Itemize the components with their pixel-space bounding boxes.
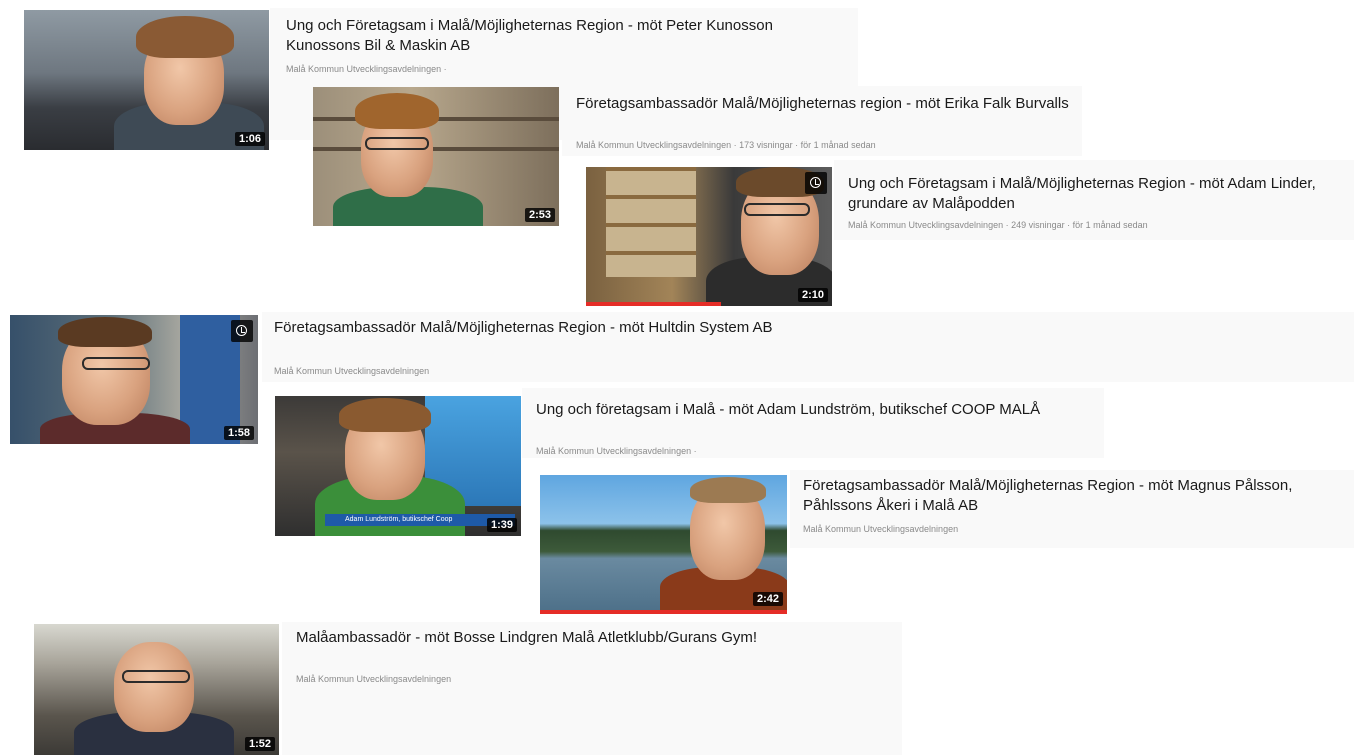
watch-later-icon[interactable] [805,172,827,194]
video-title[interactable]: Företagsambassadör Malå/Möjligheternas R… [803,476,1323,516]
duration-badge: 2:10 [797,288,828,302]
video-title[interactable]: Företagsambassadör Malå/Möjligheternas r… [576,94,1106,114]
video-title[interactable]: Malåambassadör - möt Bosse Lindgren Malå… [296,628,816,648]
video-thumbnail[interactable]: 2:53 [313,87,559,226]
watch-progress-bar [586,302,722,306]
video-meta: Malå Kommun Utvecklingsavdelningen [296,674,452,684]
video-thumbnail[interactable]: 1:58 [10,315,258,444]
video-thumbnail[interactable]: Adam Lundström, butikschef Coop 1:39 [275,396,521,536]
video-title[interactable]: Ung och företagsam i Malå - möt Adam Lun… [536,400,1096,420]
video-thumbnail[interactable]: 2:10 [586,167,832,306]
video-thumbnail[interactable]: 2:42 [540,475,787,614]
duration-badge: 1:39 [486,518,517,532]
watch-progress-bar [540,610,787,614]
duration-badge: 1:58 [223,426,254,440]
watch-later-icon[interactable] [231,320,253,342]
video-meta: Malå Kommun Utvecklingsavdelningen · [536,446,697,456]
video-meta: Malå Kommun Utvecklingsavdelningen [803,524,959,534]
video-meta: Malå Kommun Utvecklingsavdelningen [274,366,430,376]
video-collage: { "videos": [ {"title": "Ung och Företag… [0,0,1354,755]
video-meta: Malå Kommun Utvecklingsavdelningen · [286,64,447,74]
video-title[interactable]: Ung och Företagsam i Malå/Möjligheternas… [848,174,1338,214]
video-thumbnail[interactable]: 1:52 [34,624,279,755]
video-meta: Malå Kommun Utvecklingsavdelningen · 173… [576,140,876,150]
duration-badge: 1:52 [244,737,275,751]
video-title[interactable]: Företagsambassadör Malå/Möjligheternas R… [274,318,814,338]
video-thumbnail[interactable]: 1:06 [24,10,269,150]
duration-badge: 1:06 [234,132,265,146]
duration-badge: 2:53 [524,208,555,222]
video-title[interactable]: Ung och Företagsam i Malå/Möjligheternas… [286,16,826,56]
video-meta: Malå Kommun Utvecklingsavdelningen · 249… [848,220,1148,230]
duration-badge: 2:42 [752,592,783,606]
